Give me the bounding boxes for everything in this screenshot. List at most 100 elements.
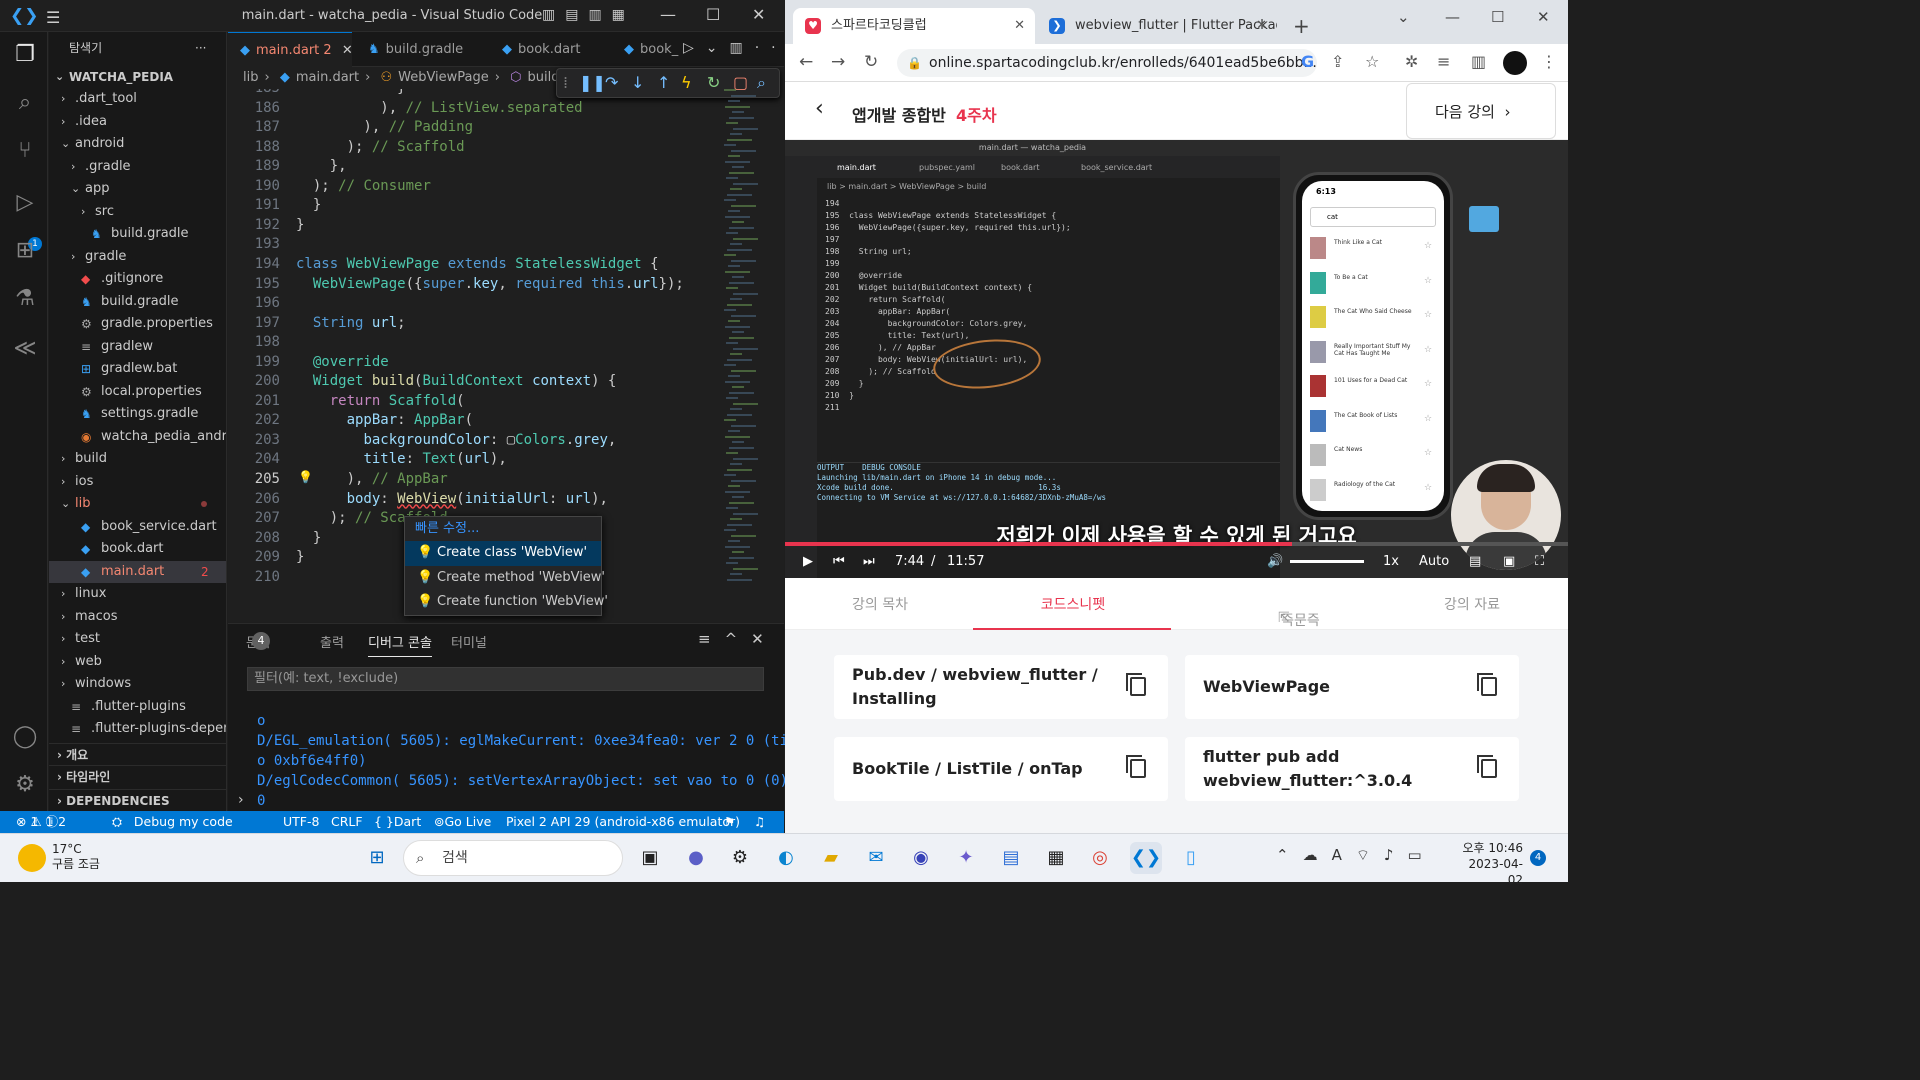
tree-item[interactable]: › windows — [49, 673, 226, 695]
tab-terminal[interactable]: 터미널 — [451, 632, 487, 651]
quick-fix-create-class[interactable]: 💡 Create class 'WebView' — [405, 541, 601, 566]
problems-status[interactable]: ⊗ 1 ⚠ 1 ⓘ 2 — [16, 811, 66, 833]
minimize-button[interactable]: — — [660, 5, 676, 24]
tab-debug-console[interactable]: 디버그 콘솔 — [368, 632, 432, 657]
flutter-icon[interactable]: ≪ — [12, 336, 38, 362]
tab-main-dart[interactable]: ◆ main.dart 2 ✕ — [228, 32, 352, 67]
new-tab-button[interactable]: + — [1293, 14, 1310, 38]
code-line[interactable]: ); // Consumer — [296, 177, 431, 197]
system-tray[interactable]: ⌃☁A⌔♪▭ — [1276, 846, 1436, 865]
account-icon[interactable]: ◯ — [12, 724, 38, 750]
tab-close-icon[interactable]: ✕ — [1256, 8, 1267, 44]
close-button[interactable]: ✕ — [752, 5, 765, 24]
crumb-main-dart[interactable]: main.dart — [296, 70, 359, 85]
code-line[interactable]: appBar: AppBar( — [296, 411, 473, 431]
tree-item[interactable]: › web — [49, 651, 226, 673]
chrome-menu-icon[interactable]: ⋮ — [1541, 52, 1557, 71]
tree-item[interactable]: ⌄ app — [49, 178, 226, 200]
back-icon[interactable]: ← — [799, 52, 813, 72]
tree-item[interactable]: › .idea — [49, 111, 226, 133]
snippet-card[interactable]: WebViewPage — [1185, 655, 1519, 719]
tree-item[interactable]: › linux — [49, 583, 226, 605]
quick-fix-create-method[interactable]: 💡 Create method 'WebView' — [405, 566, 605, 591]
previous-icon[interactable]: ⏮ — [833, 554, 845, 569]
start-button-icon[interactable]: ⊞ — [361, 842, 393, 874]
side-panel-icon[interactable]: ▥ — [1471, 52, 1486, 71]
google-icon[interactable]: G — [1301, 52, 1314, 71]
next-lecture-button[interactable]: 다음 강의 › — [1406, 83, 1556, 139]
code-line[interactable]: Widget build(BuildContext context) { — [296, 372, 617, 392]
task-view-icon[interactable]: ▣ — [634, 842, 666, 874]
chrome-tab-sparta[interactable]: ♥ 스파르타코딩클럽 ✕ — [793, 8, 1035, 44]
snippet-card[interactable]: flutter pub add webview_flutter:^3.0.4 — [1185, 737, 1519, 801]
tree-item[interactable]: › .dart_tool — [49, 88, 226, 110]
share-icon[interactable]: ⇪ — [1331, 52, 1344, 71]
debug-filter-input[interactable]: 필터(예: text, !exclude) — [247, 667, 764, 691]
tree-item[interactable]: › build — [49, 448, 226, 470]
code-line[interactable]: ), // Padding — [296, 118, 473, 138]
tab-close-icon[interactable]: ✕ — [1014, 8, 1025, 44]
section-dependencies[interactable]: › DEPENDENCIES — [49, 789, 226, 811]
device-status[interactable]: Pixel 2 API 29 (android-x86 emulator) — [506, 811, 740, 833]
vscode-taskbar-icon[interactable]: ❮❯ — [1130, 842, 1162, 874]
feedback-icon[interactable]: ⚑ — [724, 811, 735, 833]
tree-item[interactable]: ⊞ gradlew.bat — [49, 358, 226, 380]
tree-item[interactable]: › gradle — [49, 246, 226, 268]
quality-button[interactable]: Auto — [1419, 554, 1449, 569]
code-line[interactable]: }, — [296, 157, 347, 177]
file-explorer-icon[interactable]: ▰ — [815, 842, 847, 874]
quick-fix-title[interactable]: 빠른 수정... — [405, 517, 601, 541]
crumb-lib[interactable]: lib — [243, 70, 258, 85]
code-line[interactable]: } — [296, 529, 321, 549]
tab-build-gradle[interactable]: ♞ build.gradle — [356, 32, 486, 67]
settings-icon[interactable]: ⚙ — [724, 842, 756, 874]
code-line[interactable]: backgroundColor: ▢Colors.grey, — [296, 431, 616, 451]
code-line[interactable]: ), // AppBar — [296, 470, 448, 490]
golive-status[interactable]: ⊚ Go Live — [434, 811, 491, 833]
extensions-icon[interactable]: ⊞ — [12, 238, 38, 264]
tree-item[interactable]: ⚙ gradle.properties — [49, 313, 226, 335]
profile-avatar[interactable] — [1503, 51, 1527, 75]
teams-chat-icon[interactable]: ● — [680, 842, 712, 874]
snippet-card[interactable]: BookTile / ListTile / onTap — [834, 737, 1168, 801]
tree-item[interactable]: › test — [49, 628, 226, 650]
tree-item[interactable]: ♞ build.gradle — [49, 291, 226, 313]
tree-item[interactable]: ≡ .flutter-plugins — [49, 696, 226, 718]
copy-icon[interactable] — [1126, 673, 1146, 696]
minimap[interactable] — [724, 89, 772, 622]
section-timeline[interactable]: › 타임라인 — [49, 765, 226, 787]
taskbar-clock[interactable]: 오후 10:46 2023-04-02 — [1455, 840, 1523, 888]
code-line[interactable]: } — [296, 216, 304, 236]
volume-slider[interactable] — [1290, 560, 1364, 563]
crumb-class[interactable]: WebViewPage — [398, 70, 489, 85]
tree-item[interactable]: ♞ build.gradle — [49, 223, 226, 245]
lecture-video-player[interactable]: main.dart — watcha_pedia main.dart pubsp… — [785, 140, 1568, 578]
quick-fix-create-function[interactable]: 💡 Create function 'WebView' — [405, 590, 608, 615]
close-button[interactable]: ✕ — [1537, 8, 1550, 26]
tab-close-icon[interactable]: ✕ — [342, 43, 352, 58]
more-actions-icon[interactable]: ··· — [195, 32, 206, 64]
tree-item[interactable]: ≡ .flutter-plugins-depen... — [49, 718, 226, 740]
explorer-icon[interactable]: ❐ — [12, 42, 38, 68]
copy-icon[interactable] — [1126, 755, 1146, 778]
tree-item[interactable]: › .gradle — [49, 156, 226, 178]
panel-actions[interactable]: ≡^✕ — [698, 630, 778, 648]
section-outline[interactable]: › 개요 — [49, 743, 226, 765]
tab-lecture-index[interactable]: 강의 목차 — [845, 594, 915, 614]
volume-icon[interactable]: 🔊 — [1267, 554, 1283, 569]
code-line[interactable]: return Scaffold( — [296, 392, 465, 412]
code-line[interactable]: } — [296, 548, 304, 568]
tree-item[interactable]: ⌄ lib — [49, 493, 226, 515]
minimize-button[interactable]: — — [1445, 8, 1460, 26]
tree-item[interactable]: ≡ gradlew — [49, 336, 226, 358]
copy-icon[interactable] — [1477, 755, 1497, 778]
console-input-chevron-icon[interactable]: › — [238, 792, 244, 808]
code-line[interactable]: body: WebView(initialUrl: url), — [296, 490, 608, 510]
code-line[interactable]: } — [296, 196, 321, 216]
chrome-icon[interactable]: ◎ — [1084, 842, 1116, 874]
forward-icon[interactable]: → — [831, 52, 845, 72]
source-control-icon[interactable]: ⑂ — [12, 138, 38, 164]
encoding-status[interactable]: UTF-8 — [283, 811, 319, 833]
code-line[interactable]: title: Text(url), — [296, 450, 506, 470]
explorer-root[interactable]: ⌄ WATCHA_PEDIA — [49, 66, 226, 88]
